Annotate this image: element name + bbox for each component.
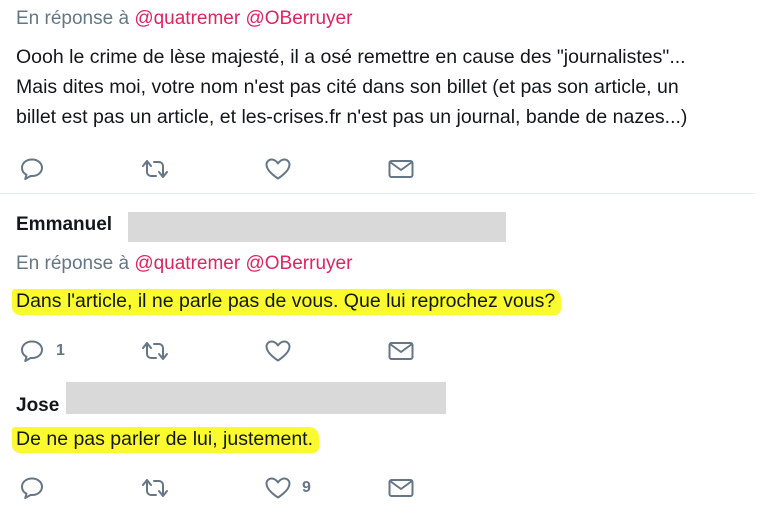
reply-context: En réponse à @quatremer @OBerruyer (16, 8, 352, 30)
tweet-text: De ne pas parler de lui, justement. (12, 424, 319, 454)
direct-message-icon (388, 342, 414, 360)
highlighted-text: De ne pas parler de lui, justement. (12, 427, 319, 453)
mention-link[interactable]: @quatremer (134, 253, 240, 274)
like-button[interactable] (264, 157, 302, 181)
retweet-icon (142, 160, 168, 178)
mention-link[interactable]: @OBerruyer (245, 8, 352, 29)
direct-message-button[interactable] (387, 340, 415, 362)
tweet-text: Oooh le crime de lèse majesté, il a osé … (16, 42, 687, 132)
like-icon (265, 158, 291, 180)
tweet-divider (0, 193, 755, 194)
retweet-button[interactable] (140, 158, 170, 180)
tweet-text-line: Oooh le crime de lèse majesté, il a osé … (16, 46, 686, 68)
reply-prefix: En réponse à (16, 253, 130, 274)
highlighted-text: Dans l'article, il ne parle pas de vous.… (12, 289, 562, 315)
like-button[interactable]: 9 (264, 476, 311, 500)
author-name[interactable]: Emmanuel (16, 214, 112, 236)
reply-icon (21, 340, 43, 362)
reply-button[interactable]: 1 (20, 339, 65, 363)
reply-count: 1 (56, 342, 65, 359)
reply-prefix: En réponse à (16, 8, 130, 29)
redacted-handle (66, 382, 446, 414)
like-icon (265, 477, 291, 499)
mention-link[interactable]: @OBerruyer (245, 253, 352, 274)
tweet-text: Dans l'article, il ne parle pas de vous.… (12, 286, 562, 316)
author-name[interactable]: Jose (16, 395, 59, 417)
reply-button[interactable] (20, 157, 56, 181)
tweet-text-line: Mais dites moi, votre nom n'est pas cité… (16, 76, 679, 98)
like-button[interactable] (264, 339, 302, 363)
retweet-button[interactable] (140, 477, 170, 499)
redacted-handle (128, 212, 506, 242)
direct-message-icon (388, 160, 414, 178)
retweet-icon (142, 342, 168, 360)
direct-message-icon (388, 479, 414, 497)
retweet-button[interactable] (140, 340, 170, 362)
like-count: 9 (302, 479, 311, 496)
reply-icon (21, 477, 43, 499)
reply-button[interactable] (20, 476, 56, 500)
reply-context: En réponse à @quatremer @OBerruyer (16, 253, 352, 275)
tweet-text-line: billet est pas un article, et les-crises… (16, 106, 688, 128)
direct-message-button[interactable] (387, 158, 415, 180)
like-icon (265, 340, 291, 362)
direct-message-button[interactable] (387, 477, 415, 499)
reply-icon (21, 158, 43, 180)
retweet-icon (142, 479, 168, 497)
mention-link[interactable]: @quatremer (134, 8, 240, 29)
